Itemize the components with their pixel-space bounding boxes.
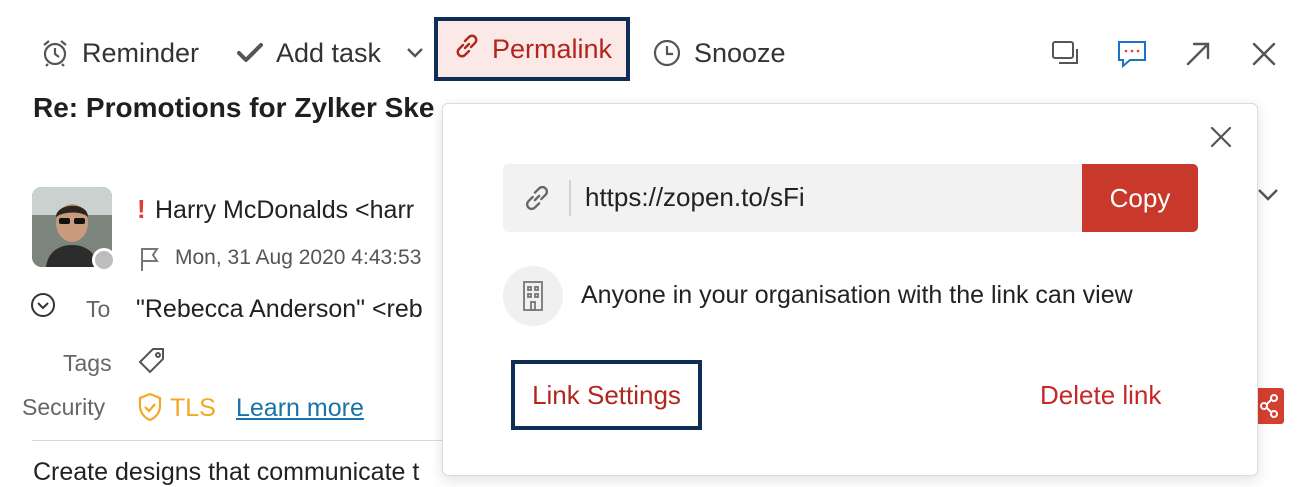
reminder-label: Reminder — [82, 37, 200, 68]
add-task-label: Add task — [276, 37, 382, 68]
email-body-preview: Create designs that communicate t — [33, 458, 420, 486]
email-subject: Re: Promotions for Zylker Ske — [33, 92, 435, 123]
shield-icon — [137, 392, 163, 427]
permalink-url[interactable]: https://zopen.to/sFi — [585, 182, 805, 213]
chat-icon[interactable] — [1116, 38, 1148, 75]
expand-icon[interactable] — [1184, 40, 1212, 73]
email-date: Mon, 31 Aug 2020 4:43:53 — [175, 246, 422, 269]
importance-mark: ! — [137, 194, 146, 224]
tags-label: Tags — [63, 350, 112, 376]
header-chevron-down-icon[interactable] — [1256, 187, 1280, 208]
building-icon — [521, 280, 545, 317]
link-settings-button[interactable]: Link Settings — [511, 360, 702, 430]
link-icon — [452, 31, 482, 68]
reminder-button[interactable]: Reminder — [40, 30, 199, 76]
permalink-label: Permalink — [491, 33, 613, 64]
add-task-button[interactable]: Add task — [236, 30, 381, 76]
permission-icon-container — [503, 266, 563, 326]
sender-name[interactable]: Harry McDonalds <harr — [155, 196, 414, 225]
copy-button[interactable]: Copy — [1082, 164, 1198, 232]
add-task-dropdown[interactable] — [406, 30, 424, 76]
share-icon[interactable] — [1254, 388, 1284, 424]
link-permission-text: Anyone in your organisation with the lin… — [581, 281, 1133, 309]
tag-icon[interactable] — [136, 345, 168, 382]
url-separator — [569, 180, 571, 216]
permalink-url-box: https://zopen.to/sFi Copy — [503, 164, 1198, 232]
chevron-down-icon — [406, 47, 424, 59]
tls-label: TLS — [170, 394, 216, 422]
to-label: To — [86, 296, 111, 322]
permalink-button[interactable]: Permalink — [434, 17, 630, 81]
expand-recipients-icon[interactable] — [30, 292, 56, 323]
flag-icon[interactable] — [139, 246, 161, 277]
close-icon[interactable] — [1250, 40, 1278, 73]
clock-icon — [652, 38, 682, 68]
delete-link-button[interactable]: Delete link — [1040, 380, 1161, 411]
windows-icon[interactable] — [1050, 38, 1082, 73]
snooze-button[interactable]: Snooze — [652, 30, 786, 76]
url-link-icon — [521, 182, 553, 219]
presence-status-dot — [92, 248, 116, 272]
content-divider — [32, 440, 442, 441]
permalink-popover: https://zopen.to/sFi Copy Anyone in your… — [442, 103, 1258, 476]
learn-more-link[interactable]: Learn more — [236, 394, 364, 423]
popover-close-icon[interactable] — [1208, 124, 1234, 155]
alarm-clock-icon — [40, 38, 70, 68]
link-settings-label: Link Settings — [532, 379, 681, 410]
to-recipient[interactable]: "Rebecca Anderson" <reb — [136, 295, 423, 324]
checkmark-icon — [236, 41, 264, 65]
security-label: Security — [22, 394, 106, 420]
snooze-label: Snooze — [694, 37, 786, 68]
